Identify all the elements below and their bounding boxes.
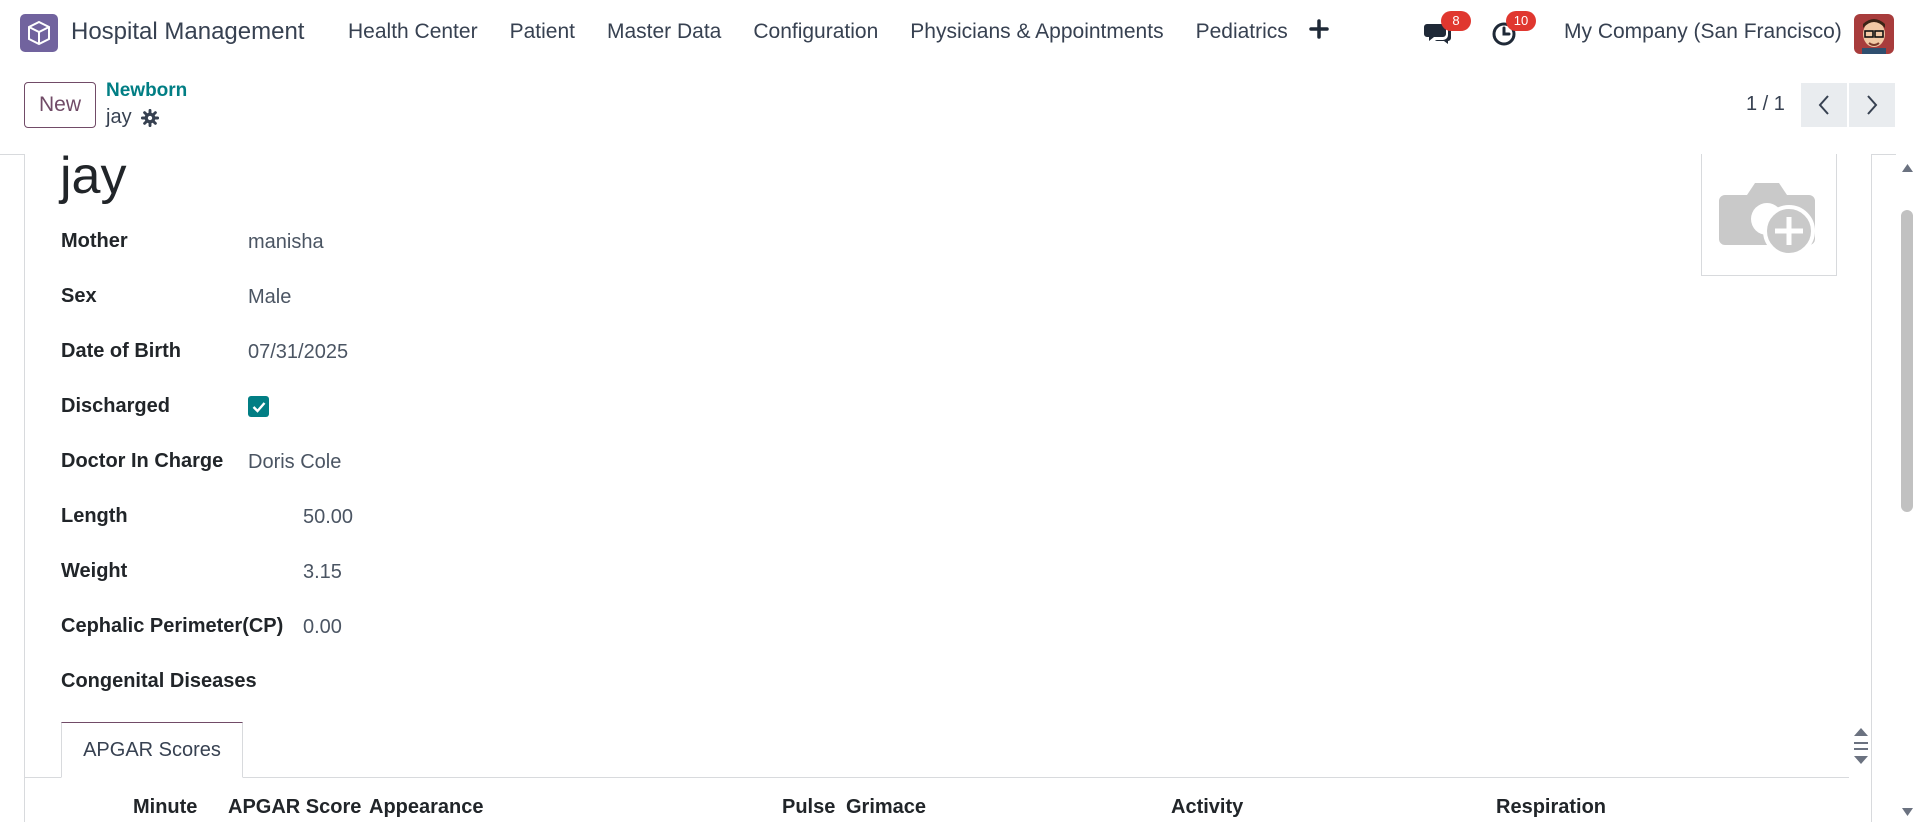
- scroll-updown-icon: [1854, 728, 1868, 764]
- congenital-label: Congenital Diseases: [61, 670, 257, 692]
- menu-pediatrics[interactable]: Pediatrics: [1196, 20, 1288, 44]
- top-navbar: Hospital Management Health Center Patien…: [0, 0, 1919, 66]
- col-pulse[interactable]: Pulse: [782, 796, 835, 819]
- app-menu-icon[interactable]: [20, 14, 58, 52]
- doctor-label: Doctor In Charge: [61, 450, 224, 472]
- avatar-icon: [1854, 14, 1894, 54]
- breadcrumb-newborn[interactable]: Newborn: [106, 80, 187, 102]
- menu-master-data[interactable]: Master Data: [607, 20, 721, 44]
- tab-apgar-scores[interactable]: APGAR Scores: [61, 722, 243, 778]
- messages-badge: 8: [1441, 11, 1471, 31]
- tabs-divider: [25, 777, 1849, 778]
- sex-label: Sex: [61, 285, 97, 307]
- scroll-up-icon[interactable]: [1896, 160, 1919, 176]
- col-grimace[interactable]: Grimace: [846, 796, 926, 819]
- inner-scroll-arrows[interactable]: [1850, 722, 1872, 778]
- image-upload[interactable]: [1701, 154, 1837, 276]
- discharged-label: Discharged: [61, 395, 170, 417]
- messages-button[interactable]: 8: [1423, 11, 1471, 48]
- dob-field[interactable]: 07/31/2025: [248, 341, 348, 364]
- cp-field[interactable]: 0.00: [303, 616, 342, 639]
- scroll-down-icon[interactable]: [1896, 804, 1919, 820]
- new-button[interactable]: New: [24, 82, 96, 128]
- mother-label: Mother: [61, 230, 128, 252]
- user-avatar[interactable]: [1854, 14, 1894, 54]
- pager-next-button[interactable]: [1849, 83, 1895, 127]
- length-field[interactable]: 50.00: [303, 506, 353, 529]
- col-appearance[interactable]: Appearance: [369, 796, 484, 819]
- col-apgar-score[interactable]: APGAR Score: [228, 796, 361, 819]
- length-label: Length: [61, 505, 128, 527]
- app-brand[interactable]: Hospital Management: [71, 18, 304, 46]
- chevron-right-icon: [1867, 95, 1878, 115]
- weight-field[interactable]: 3.15: [303, 561, 342, 584]
- pager-previous-button[interactable]: [1801, 83, 1847, 127]
- activities-badge: 10: [1506, 11, 1536, 31]
- breadcrumb-current: jay: [106, 106, 132, 128]
- company-switcher[interactable]: My Company (San Francisco): [1564, 20, 1842, 44]
- cube-icon: [28, 20, 50, 46]
- sex-field[interactable]: Male: [248, 286, 291, 309]
- camera-plus-icon: [1719, 182, 1815, 257]
- page-scrollbar[interactable]: [1896, 154, 1919, 822]
- scroll-thumb[interactable]: [1901, 210, 1913, 512]
- mother-field[interactable]: manisha: [248, 231, 324, 254]
- cp-label: Cephalic Perimeter(CP): [61, 615, 284, 637]
- record-title[interactable]: jay: [60, 146, 126, 206]
- control-panel: New Newborn jay 1 / 1: [0, 66, 1919, 155]
- menu-configuration[interactable]: Configuration: [753, 20, 878, 44]
- activities-button[interactable]: 10: [1490, 11, 1536, 48]
- menu-physicians-appointments[interactable]: Physicians & Appointments: [910, 20, 1163, 44]
- chevron-left-icon: [1818, 95, 1829, 115]
- weight-label: Weight: [61, 560, 128, 582]
- plus-icon[interactable]: [1307, 17, 1331, 41]
- main-menu: Health Center Patient Master Data Config…: [348, 20, 1320, 44]
- discharged-checkbox[interactable]: [248, 396, 269, 417]
- checkmark-icon: [252, 401, 265, 413]
- col-activity[interactable]: Activity: [1171, 796, 1243, 819]
- gear-icon[interactable]: [141, 109, 159, 127]
- doctor-field[interactable]: Doris Cole: [248, 451, 341, 474]
- form-sheet: [24, 154, 1872, 822]
- dob-label: Date of Birth: [61, 340, 181, 362]
- col-respiration[interactable]: Respiration: [1496, 796, 1606, 819]
- menu-health-center[interactable]: Health Center: [348, 20, 478, 44]
- menu-patient[interactable]: Patient: [510, 20, 575, 44]
- pager-value[interactable]: 1 / 1: [1746, 93, 1785, 116]
- col-minute[interactable]: Minute: [133, 796, 197, 819]
